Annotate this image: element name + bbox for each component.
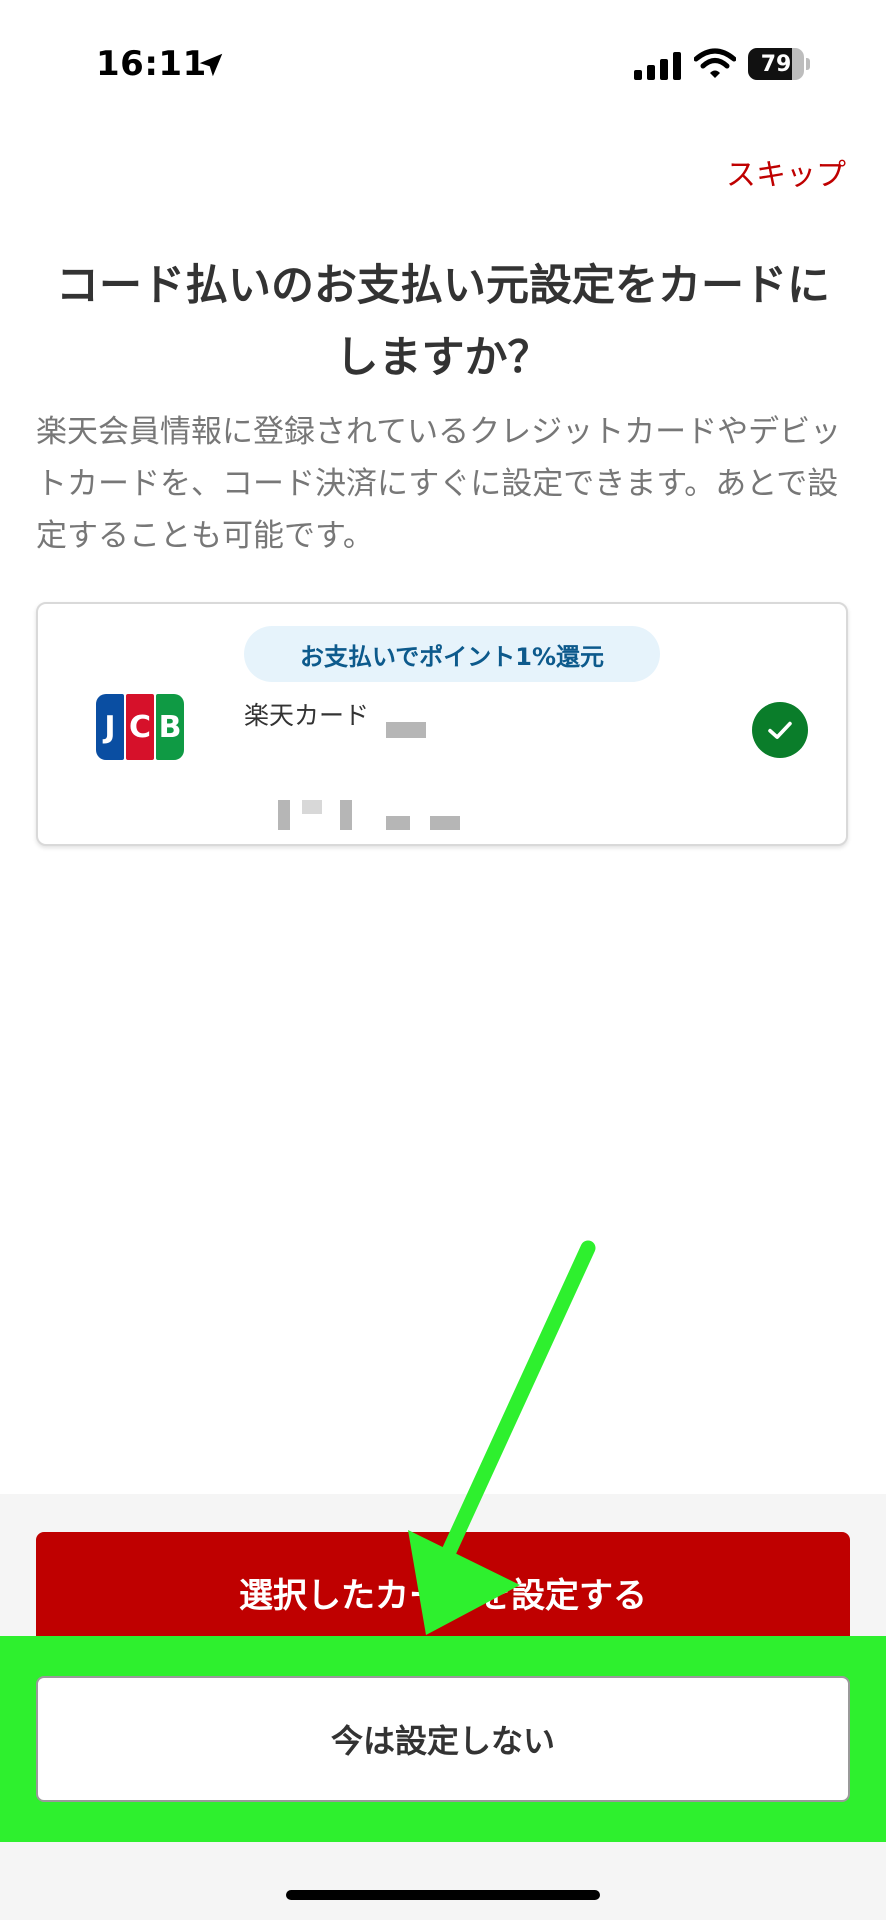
- masked-card-detail: [278, 800, 290, 830]
- location-arrow-icon: [199, 53, 223, 77]
- masked-card-detail: [302, 800, 322, 814]
- skip-setting-button[interactable]: 今は設定しない: [36, 1676, 850, 1802]
- check-mark: [768, 721, 792, 739]
- battery-cap: [806, 58, 810, 70]
- card-name: 楽天カード: [244, 701, 370, 730]
- masked-card-detail: [430, 816, 460, 830]
- page-description: 楽天会員情報に登録されているクレジットカードやデビットカードを、コード決済にすぐ…: [36, 414, 842, 554]
- green-arrow-icon: [408, 1240, 596, 1635]
- point-badge: お支払いでポイント1%還元: [244, 626, 660, 682]
- cellular-signal-icon: [634, 52, 681, 80]
- masked-card-detail: [386, 722, 426, 738]
- jcb-letter-c: C: [126, 694, 154, 760]
- skip-link[interactable]: スキップ: [726, 150, 846, 194]
- masked-card-detail: [386, 816, 410, 830]
- check-icon: [752, 702, 808, 758]
- home-indicator: [286, 1890, 600, 1900]
- battery-icon: 79: [748, 48, 804, 80]
- status-time: 16:11: [96, 44, 207, 84]
- masked-card-detail: [340, 800, 352, 830]
- jcb-logo: J C B: [96, 694, 184, 760]
- page-title: コード払いのお支払い元設定をカードにしますか？: [56, 261, 830, 383]
- card-option-rakuten[interactable]: お支払いでポイント1%還元 J C B 楽天カード: [36, 602, 848, 846]
- wifi-icon: [694, 48, 736, 78]
- battery-level: 79: [760, 51, 792, 77]
- jcb-letter-b: B: [156, 694, 184, 760]
- jcb-letter-j: J: [96, 694, 124, 760]
